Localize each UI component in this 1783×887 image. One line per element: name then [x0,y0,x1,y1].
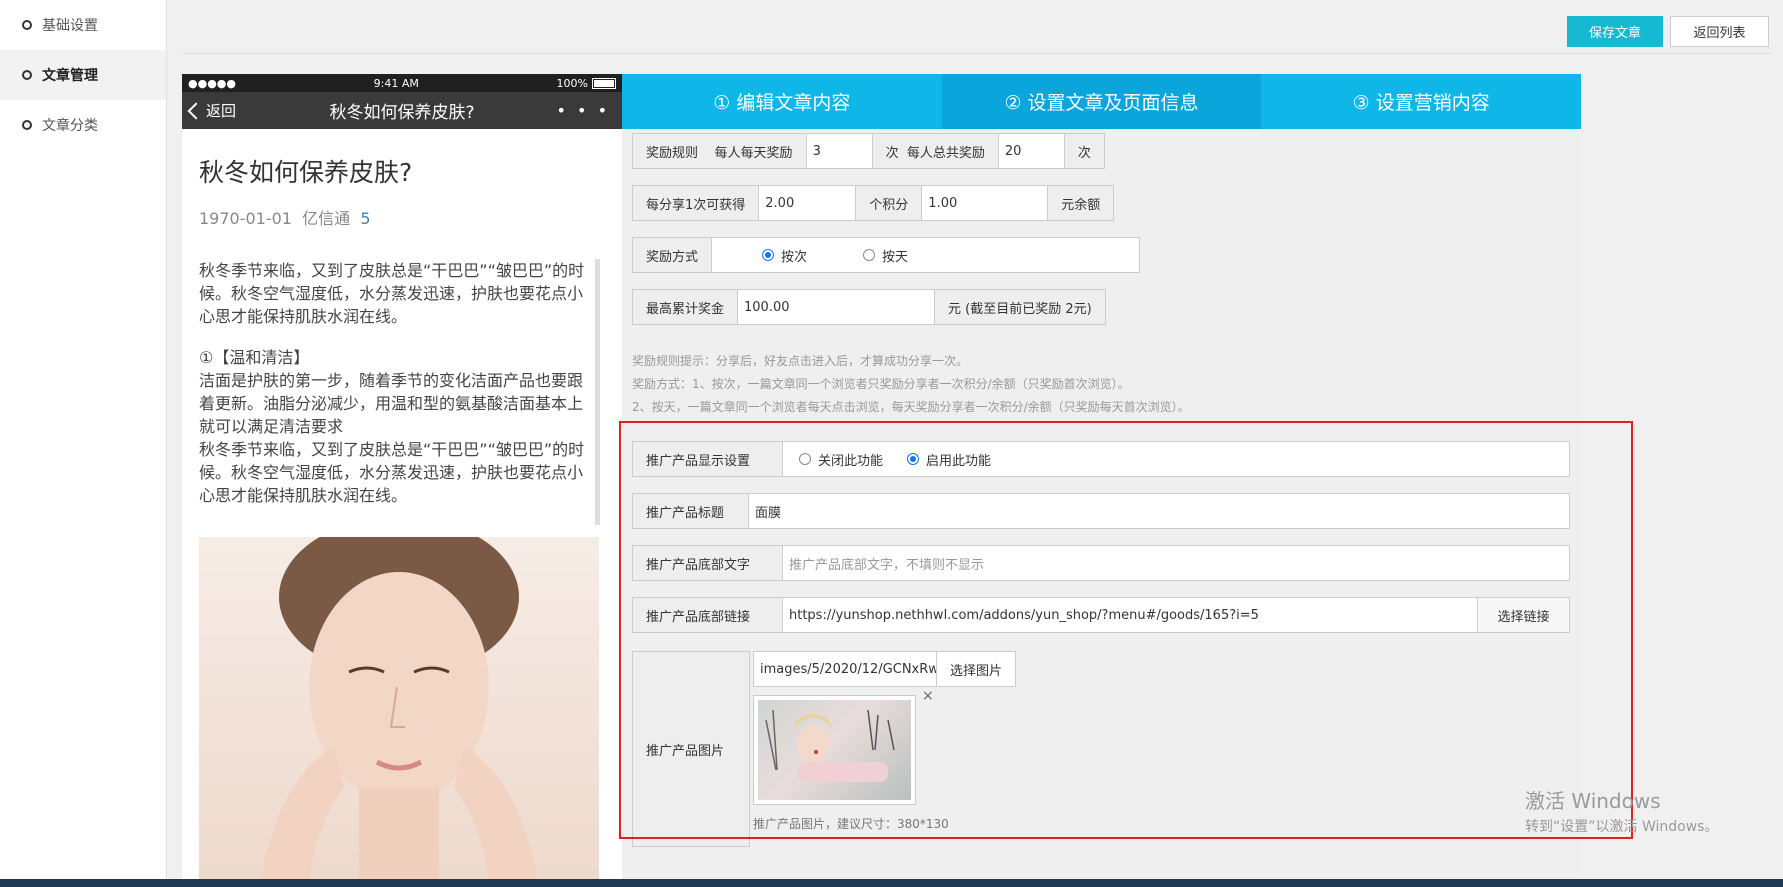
radio-unchecked-icon [863,249,876,261]
phone-preview: ●●●●● 9:41 AM 100% 返回 秋冬如何保养皮肤? • • • 秋冬… [182,74,622,887]
windows-activation-watermark: 激活 Windows 转到“设置”以激活 Windows。 [1525,785,1718,836]
step-tabs: ① 编辑文章内容 ② 设置文章及页面信息 ③ 设置营销内容 [622,74,1582,129]
battery-percent: 100% [556,76,588,90]
circle-icon [22,20,32,30]
article-paragraph: 秋冬季节来临，又到了皮肤总是“干巴巴”“皱巴巴”的时候。秋冬空气湿度低，水分蒸发… [199,440,585,505]
article-date: 1970-01-01 [199,209,292,228]
max-bonus-unit: 元 (截至目前已奖励 2元) [935,289,1106,325]
article-body: 秋冬季节来临，又到了皮肤总是“干巴巴”“皱巴巴”的时候。秋冬空气湿度低，水分蒸发… [199,259,600,525]
sidebar-item-article-management[interactable]: 文章管理 [0,50,166,100]
phone-status-bar: ●●●●● 9:41 AM 100% [182,74,622,92]
article-image [199,537,599,887]
total-unit-label: 次 [1064,133,1105,169]
article-paragraph: 秋冬季节来临，又到了皮肤总是“干巴巴”“皱巴巴”的时候。秋冬空气湿度低，水分蒸发… [199,261,585,326]
tab-edit-content[interactable]: ① 编辑文章内容 [622,74,942,129]
phone-back-label: 返回 [206,102,237,120]
taskbar [0,879,1783,887]
save-article-button[interactable]: 保存文章 [1567,16,1663,47]
header-divider [182,53,1771,54]
reward-mode-row: 奖励方式 按次 按天 [632,237,1141,273]
signal-icon: ●●●●● [188,76,236,90]
per-share-row: 每分享1次可获得 2.00 个积分 1.00 元余额 [632,185,1115,221]
watermark-line-1: 激活 Windows [1525,789,1661,813]
watermark-line-2: 转到“设置”以激活 Windows。 [1525,819,1719,835]
sidebar: 基础设置 文章管理 文章分类 [0,0,167,887]
daily-reward-input[interactable]: 3 [806,133,873,169]
per-share-label: 每分享1次可获得 [632,185,760,221]
more-icon[interactable]: • • • [557,101,610,120]
balance-input[interactable]: 1.00 [922,185,1049,221]
max-bonus-input[interactable]: 100.00 [738,289,936,325]
circle-icon [22,70,32,80]
reward-mode-label: 奖励方式 [632,237,713,273]
status-time: 9:41 AM [373,76,419,90]
radio-checked-icon [762,249,775,261]
sidebar-item-label: 文章分类 [42,118,98,134]
reward-mode-options: 按次 按天 [712,237,1141,273]
reward-hint-3: 2、按天，一篇文章同一个浏览者每天点击浏览，每天奖励分享者一次积分/余额（只奖励… [632,400,1190,414]
sidebar-item-label: 文章管理 [42,68,98,84]
total-reward-input[interactable]: 20 [998,133,1065,169]
tab-marketing[interactable]: ③ 设置营销内容 [1261,74,1582,129]
tab-page-info[interactable]: ② 设置文章及页面信息 [941,74,1262,129]
daily-unit-label: 次 每人总共奖励 [872,133,999,169]
phone-back-button[interactable]: 返回 [187,100,237,121]
circle-icon [22,120,32,130]
article-author: 亿信通 [302,209,351,228]
points-input[interactable]: 2.00 [759,185,857,221]
sidebar-item-article-category[interactable]: 文章分类 [0,100,166,150]
points-unit-label: 个积分 [856,185,923,221]
article-meta: 1970-01-01 亿信通 5 [199,205,622,229]
max-bonus-row: 最高累计奖金 100.00 元 (截至目前已奖励 2元) [632,289,1106,325]
reward-rule-row: 奖励规则 每人每天奖励 3 次 每人总共奖励 20 次 [632,133,1105,169]
article-read-count: 5 [360,209,371,228]
reward-rule-label: 奖励规则 每人每天奖励 [632,133,807,169]
reward-hint-2: 奖励方式：1、按次，一篇文章同一个浏览者只奖励分享者一次积分/余额（只奖励首次浏… [632,377,1130,391]
article-paragraph: 洁面是护肤的第一步，随着季节的变化洁面产品也要跟着更新。油脂分泌减少，用温和型的… [199,371,584,436]
balance-unit-label: 元余额 [1048,185,1115,221]
phone-nav-bar: 返回 秋冬如何保养皮肤? • • • [182,92,622,129]
article-title: 秋冬如何保养皮肤? [199,158,413,187]
sidebar-item-basic-settings[interactable]: 基础设置 [0,0,166,50]
mode-option-by-days[interactable]: 按天 [863,246,908,265]
battery-indicator: 100% [557,77,616,90]
article-heading: ①【温和清洁】 [199,348,310,367]
back-to-list-button[interactable]: 返回列表 [1670,16,1769,47]
max-bonus-label: 最高累计奖金 [632,289,739,325]
mode-option-by-times[interactable]: 按次 [762,246,807,265]
reward-hint-1: 奖励规则提示：分享后，好友点击进入后，才算成功分享一次。 [632,354,969,368]
highlight-box [619,421,1633,839]
sidebar-item-label: 基础设置 [42,18,98,34]
chevron-left-icon [187,102,205,119]
battery-icon [591,78,616,89]
